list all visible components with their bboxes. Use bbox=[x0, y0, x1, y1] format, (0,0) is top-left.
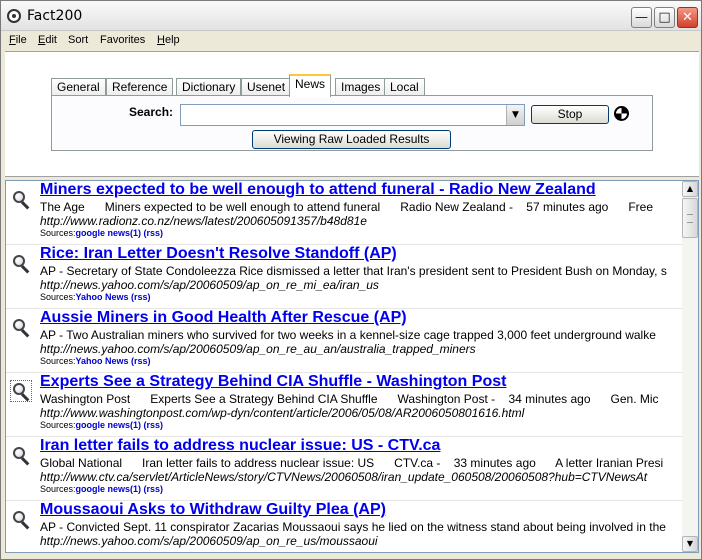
menu-bar: File Edit Sort Favorites Help bbox=[1, 31, 701, 51]
scroll-up-arrow-icon[interactable]: ▲ bbox=[682, 181, 698, 197]
menu-file[interactable]: File bbox=[9, 34, 27, 46]
result-url: http://news.yahoo.com/s/ap/20060509/ap_o… bbox=[40, 342, 476, 356]
tab-local[interactable]: Local bbox=[384, 78, 425, 96]
tab-reference[interactable]: Reference bbox=[106, 78, 174, 96]
scrollbar-thumb[interactable] bbox=[682, 198, 698, 238]
result-item[interactable]: Iran letter fails to address nuclear iss… bbox=[6, 437, 682, 501]
magnifier-icon[interactable] bbox=[13, 191, 30, 210]
app-window: Fact200 — □ ✕ File Edit Sort Favorites H… bbox=[0, 0, 702, 560]
search-box: Search: ▼ Stop Viewing Raw Loaded Result… bbox=[51, 95, 653, 151]
magnifier-icon[interactable] bbox=[13, 255, 30, 274]
result-url: http://news.yahoo.com/s/ap/20060509/ap_o… bbox=[40, 534, 378, 548]
results-list[interactable]: Miners expected to be well enough to att… bbox=[5, 180, 699, 553]
result-url: http://www.radionz.co.nz/news/latest/200… bbox=[40, 214, 367, 228]
result-url: http://www.washingtonpost.com/wp-dyn/con… bbox=[40, 406, 525, 420]
sources-link[interactable]: google news(1) (rss) bbox=[76, 228, 164, 238]
chevron-down-icon[interactable]: ▼ bbox=[506, 105, 524, 125]
menu-sort[interactable]: Sort bbox=[68, 34, 88, 46]
menu-help[interactable]: Help bbox=[157, 34, 180, 46]
result-url: http://news.yahoo.com/s/ap/20060509/ap_o… bbox=[40, 278, 379, 292]
search-panel: General Reference Dictionary Usenet News… bbox=[5, 51, 699, 177]
tab-dictionary[interactable]: Dictionary bbox=[176, 78, 242, 96]
sources-link[interactable]: Yahoo News (rss) bbox=[76, 356, 151, 366]
tab-general[interactable]: General bbox=[51, 78, 106, 96]
result-item[interactable]: Aussie Miners in Good Health After Rescu… bbox=[6, 309, 682, 373]
result-snippet: AP - Convicted Sept. 11 conspirator Zaca… bbox=[40, 520, 666, 534]
loading-spinner-icon bbox=[614, 106, 629, 121]
sources-link[interactable]: google news(1) (rss) bbox=[76, 484, 164, 494]
search-label: Search: bbox=[129, 105, 174, 119]
result-title-link[interactable]: Miners expected to be well enough to att… bbox=[40, 181, 596, 199]
result-snippet: The Age Miners expected to be well enoug… bbox=[40, 200, 654, 214]
tab-usenet[interactable]: Usenet bbox=[241, 78, 292, 96]
close-button[interactable]: ✕ bbox=[677, 7, 698, 28]
view-raw-results-button[interactable]: Viewing Raw Loaded Results bbox=[252, 130, 451, 149]
result-sources: Sources:Yahoo News (rss) bbox=[40, 292, 151, 302]
magnifier-icon[interactable] bbox=[13, 447, 30, 466]
result-url: http://www.ctv.ca/servlet/ArticleNews/st… bbox=[40, 470, 648, 484]
app-logo-icon[interactable] bbox=[7, 9, 21, 23]
result-item[interactable]: Miners expected to be well enough to att… bbox=[6, 181, 682, 245]
result-title-link[interactable]: Rice: Iran Letter Doesn't Resolve Stando… bbox=[40, 245, 397, 263]
result-item[interactable]: Experts See a Strategy Behind CIA Shuffl… bbox=[6, 373, 682, 437]
result-sources: Sources:google news(1) (rss) bbox=[40, 420, 164, 430]
result-title-link[interactable]: Experts See a Strategy Behind CIA Shuffl… bbox=[40, 373, 506, 391]
result-snippet: Washington Post Experts See a Strategy B… bbox=[40, 392, 659, 406]
search-input[interactable] bbox=[181, 105, 506, 125]
search-combobox[interactable]: ▼ bbox=[180, 104, 525, 126]
magnifier-icon[interactable] bbox=[13, 511, 30, 530]
window-title: Fact200 bbox=[27, 8, 83, 24]
result-title-link[interactable]: Aussie Miners in Good Health After Rescu… bbox=[40, 309, 407, 327]
stop-button[interactable]: Stop bbox=[531, 105, 609, 124]
result-sources: Sources:google news(1) (rss) bbox=[40, 228, 164, 238]
result-item[interactable]: Rice: Iran Letter Doesn't Resolve Stando… bbox=[6, 245, 682, 309]
menu-edit[interactable]: Edit bbox=[38, 34, 57, 46]
result-title-link[interactable]: Iran letter fails to address nuclear iss… bbox=[40, 437, 440, 455]
scroll-down-arrow-icon[interactable]: ▼ bbox=[682, 536, 698, 552]
result-title-link[interactable]: Moussaoui Asks to Withdraw Guilty Plea (… bbox=[40, 501, 386, 519]
result-sources: Sources:google news(1) (rss) bbox=[40, 484, 164, 494]
menu-favorites[interactable]: Favorites bbox=[100, 34, 145, 46]
vertical-scrollbar[interactable]: ▲ ▼ bbox=[682, 181, 698, 552]
result-snippet: AP - Two Australian miners who survived … bbox=[40, 328, 656, 342]
result-snippet: AP - Secretary of State Condoleezza Rice… bbox=[40, 264, 667, 278]
title-bar[interactable]: Fact200 — □ ✕ bbox=[1, 1, 701, 31]
minimize-button[interactable]: — bbox=[631, 7, 652, 28]
tab-news[interactable]: News bbox=[289, 74, 332, 97]
result-sources: Sources:Yahoo News (rss) bbox=[40, 356, 151, 366]
result-item[interactable]: Moussaoui Asks to Withdraw Guilty Plea (… bbox=[6, 501, 682, 552]
magnifier-icon[interactable] bbox=[13, 319, 30, 338]
sources-link[interactable]: google news(1) (rss) bbox=[76, 420, 164, 430]
maximize-button[interactable]: □ bbox=[654, 7, 675, 28]
sources-link[interactable]: Yahoo News (rss) bbox=[76, 292, 151, 302]
magnifier-icon[interactable] bbox=[10, 380, 32, 402]
tab-images[interactable]: Images bbox=[335, 78, 387, 96]
result-snippet: Global National Iran letter fails to add… bbox=[40, 456, 664, 470]
